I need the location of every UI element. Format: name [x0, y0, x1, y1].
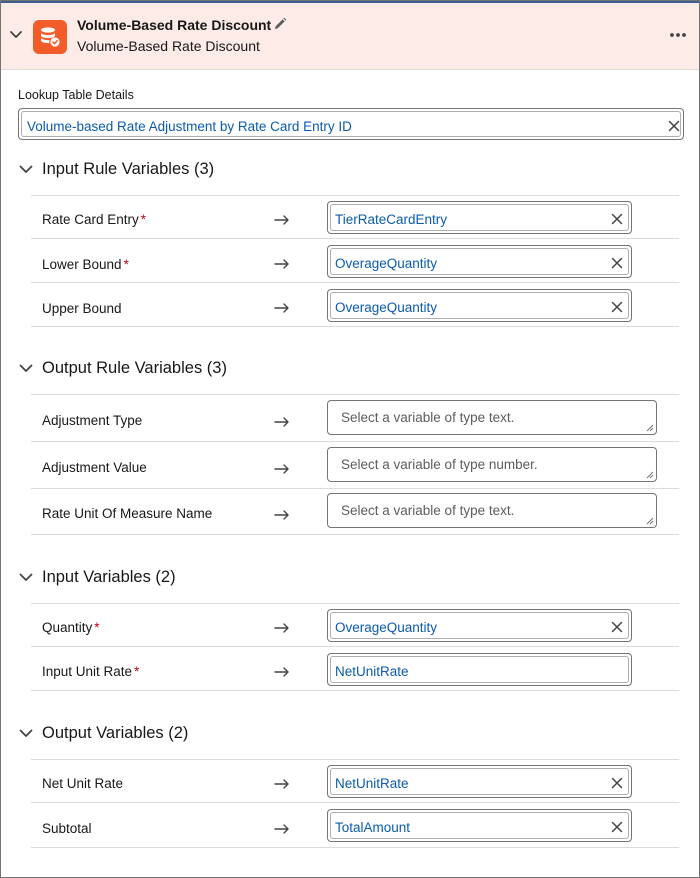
- divider: [31, 759, 679, 760]
- variable-value[interactable]: TotalAmount: [335, 820, 410, 835]
- divider: [31, 847, 679, 848]
- variable-field-net-unit-rate[interactable]: NetUnitRate: [327, 765, 632, 798]
- clear-icon[interactable]: [611, 257, 623, 269]
- section-title: Input Variables (2): [42, 568, 176, 586]
- chevron-down-icon[interactable]: [19, 165, 33, 174]
- required-indicator: *: [94, 620, 100, 635]
- variable-value[interactable]: OverageQuantity: [335, 620, 437, 635]
- arrow-right-icon: [274, 464, 289, 474]
- variable-input-rate-unit-of-measure-name[interactable]: Select a variable of type text.: [327, 493, 657, 528]
- variable-value[interactable]: OverageQuantity: [335, 300, 437, 315]
- variable-pill[interactable]: TierRateCardEntry: [330, 204, 629, 231]
- row-label-subtotal: Subtotal: [42, 821, 92, 836]
- resize-handle-icon[interactable]: [646, 424, 654, 432]
- clear-icon[interactable]: [611, 821, 623, 833]
- row-label-lower-bound: Lower Bound *: [42, 257, 129, 272]
- divider: [31, 690, 679, 691]
- required-indicator: *: [123, 257, 129, 272]
- database-icon: [33, 20, 67, 54]
- required-indicator: *: [140, 212, 147, 227]
- variable-field-rate-card-entry[interactable]: TierRateCardEntry: [327, 201, 632, 234]
- arrow-right-icon: [274, 417, 289, 427]
- header-top-border: [1, 1, 699, 3]
- row-label-input-unit-rate: Input Unit Rate *: [42, 664, 140, 679]
- lookup-table-value[interactable]: Volume-based Rate Adjustment by Rate Car…: [27, 119, 352, 134]
- placeholder-text: Select a variable of type text.: [341, 410, 515, 425]
- variable-field-lower-bound[interactable]: OverageQuantity: [327, 245, 632, 278]
- section-title: Input Rule Variables (3): [42, 160, 215, 178]
- element-subtitle: Volume-Based Rate Discount: [77, 38, 260, 54]
- row-label-quantity: Quantity *: [42, 620, 100, 635]
- placeholder-text: Select a variable of type number.: [341, 457, 538, 472]
- resize-handle-icon[interactable]: [646, 517, 654, 525]
- variable-field-upper-bound[interactable]: OverageQuantity: [327, 289, 632, 322]
- clear-icon[interactable]: [611, 213, 623, 225]
- row-label-adjustment-value: Adjustment Value: [42, 460, 147, 475]
- variable-pill[interactable]: OverageQuantity: [330, 292, 629, 319]
- arrow-right-icon: [274, 667, 289, 677]
- clear-icon[interactable]: [611, 777, 623, 789]
- row-label-net-unit-rate: Net Unit Rate: [42, 776, 124, 791]
- divider: [31, 488, 679, 489]
- arrow-right-icon: [274, 623, 289, 633]
- divider: [31, 238, 679, 239]
- divider: [31, 534, 679, 535]
- resize-handle-icon[interactable]: [646, 471, 654, 479]
- pencil-icon[interactable]: [273, 17, 287, 31]
- arrow-right-icon: [274, 510, 289, 520]
- divider: [31, 802, 679, 803]
- variable-pill[interactable]: TotalAmount: [330, 812, 629, 839]
- variable-pill[interactable]: NetUnitRate: [330, 768, 629, 795]
- row-label-rate-card-entry: Rate Card Entry *: [42, 212, 147, 227]
- placeholder-text: Select a variable of type text.: [341, 503, 515, 518]
- divider: [31, 603, 679, 604]
- clear-icon[interactable]: [611, 621, 623, 633]
- clear-icon[interactable]: [611, 301, 623, 313]
- clear-icon[interactable]: [668, 120, 680, 132]
- variable-field-quantity[interactable]: OverageQuantity: [327, 609, 632, 642]
- variable-value[interactable]: NetUnitRate: [335, 776, 409, 791]
- more-options-icon[interactable]: [667, 27, 689, 43]
- arrow-right-icon: [274, 824, 289, 834]
- panel-header: Volume-Based Rate Discount Volume-Based …: [1, 1, 699, 70]
- variable-field-input-unit-rate[interactable]: NetUnitRate: [327, 653, 632, 686]
- divider: [31, 394, 679, 395]
- required-indicator: *: [134, 664, 140, 679]
- section-title: Output Rule Variables (3): [42, 359, 227, 377]
- chevron-down-icon[interactable]: [19, 729, 33, 738]
- divider: [31, 282, 679, 283]
- variable-pill[interactable]: NetUnitRate: [330, 656, 629, 683]
- chevron-down-icon[interactable]: [19, 364, 33, 373]
- row-label-rate-unit-of-measure-name: Rate Unit Of Measure Name: [42, 506, 213, 521]
- arrow-right-icon: [274, 779, 289, 789]
- variable-pill[interactable]: OverageQuantity: [330, 248, 629, 275]
- chevron-down-icon[interactable]: [9, 30, 23, 40]
- section-title: Output Variables (2): [42, 724, 189, 742]
- chevron-down-icon[interactable]: [19, 573, 33, 582]
- arrow-right-icon: [274, 215, 289, 225]
- variable-input-adjustment-type[interactable]: Select a variable of type text.: [327, 400, 657, 435]
- row-label-adjustment-type: Adjustment Type: [42, 413, 143, 428]
- lookup-table-label: Lookup Table Details: [18, 88, 134, 102]
- divider: [31, 646, 679, 647]
- variable-pill[interactable]: OverageQuantity: [330, 612, 629, 639]
- variable-value[interactable]: TierRateCardEntry: [335, 212, 447, 227]
- element-title: Volume-Based Rate Discount: [77, 17, 272, 33]
- divider: [31, 195, 679, 196]
- arrow-right-icon: [274, 303, 289, 313]
- variable-input-adjustment-value[interactable]: Select a variable of type number.: [327, 447, 657, 482]
- arrow-right-icon: [274, 259, 289, 269]
- divider: [31, 441, 679, 442]
- variable-value[interactable]: OverageQuantity: [335, 256, 437, 271]
- variable-field-subtotal[interactable]: TotalAmount: [327, 809, 632, 842]
- lookup-table-field[interactable]: Volume-based Rate Adjustment by Rate Car…: [18, 108, 684, 140]
- variable-value[interactable]: NetUnitRate: [335, 664, 409, 679]
- flow-element-panel: Volume-Based Rate Discount Volume-Based …: [0, 0, 700, 878]
- row-label-upper-bound: Upper Bound: [42, 301, 122, 316]
- divider: [31, 326, 679, 327]
- lookup-table-pill[interactable]: Volume-based Rate Adjustment by Rate Car…: [21, 111, 681, 137]
